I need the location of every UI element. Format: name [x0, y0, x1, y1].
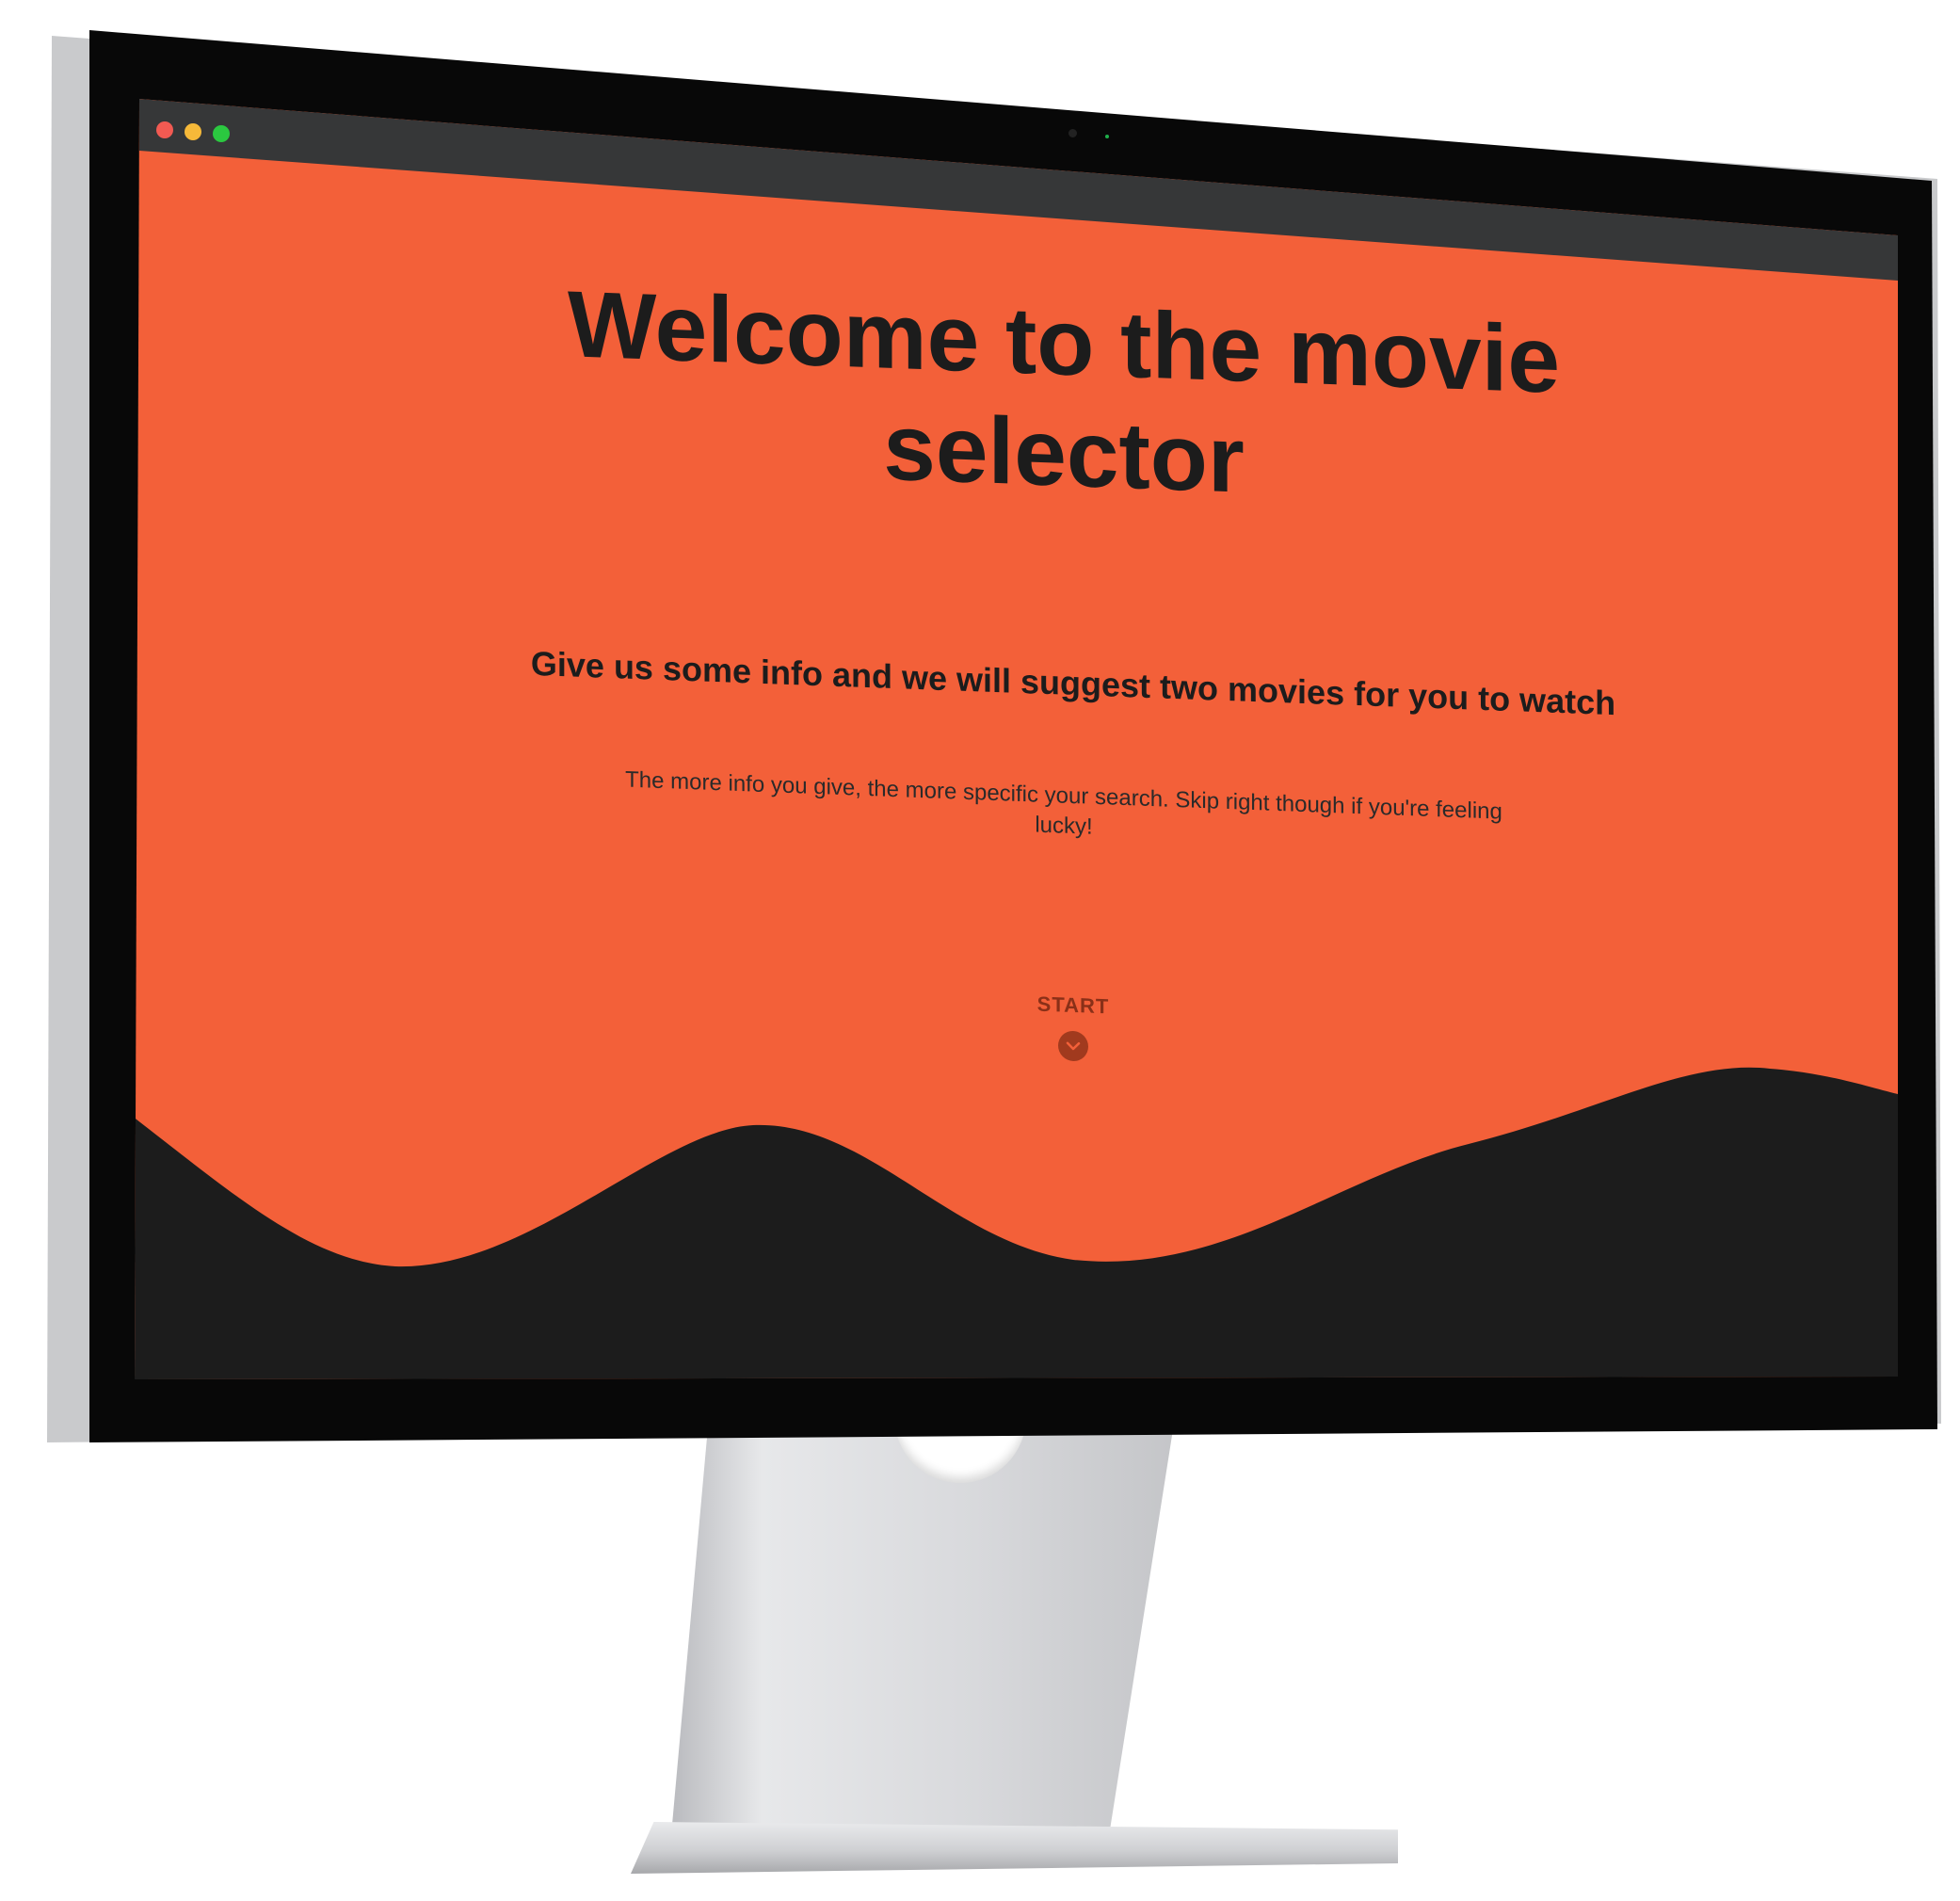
start-label: START — [1036, 991, 1110, 1019]
description-text: The more info you give, the more specifi… — [625, 766, 1502, 840]
start-button[interactable]: START — [979, 990, 1167, 1069]
monitor-base — [631, 1822, 1398, 1874]
page-subtitle: Give us some info and we will suggest tw… — [530, 643, 1616, 723]
camera-icon — [1068, 129, 1077, 137]
monitor: Welcome to the movie selector Give us so… — [0, 0, 1960, 1901]
chevron-down-icon[interactable] — [1058, 1030, 1088, 1062]
hero-section: Welcome to the movie selector Give us so… — [135, 99, 1898, 1379]
camera-led-icon — [1105, 135, 1109, 138]
browser-window: Welcome to the movie selector Give us so… — [135, 99, 1898, 1379]
page-title: Welcome to the movie selector — [568, 271, 1560, 513]
